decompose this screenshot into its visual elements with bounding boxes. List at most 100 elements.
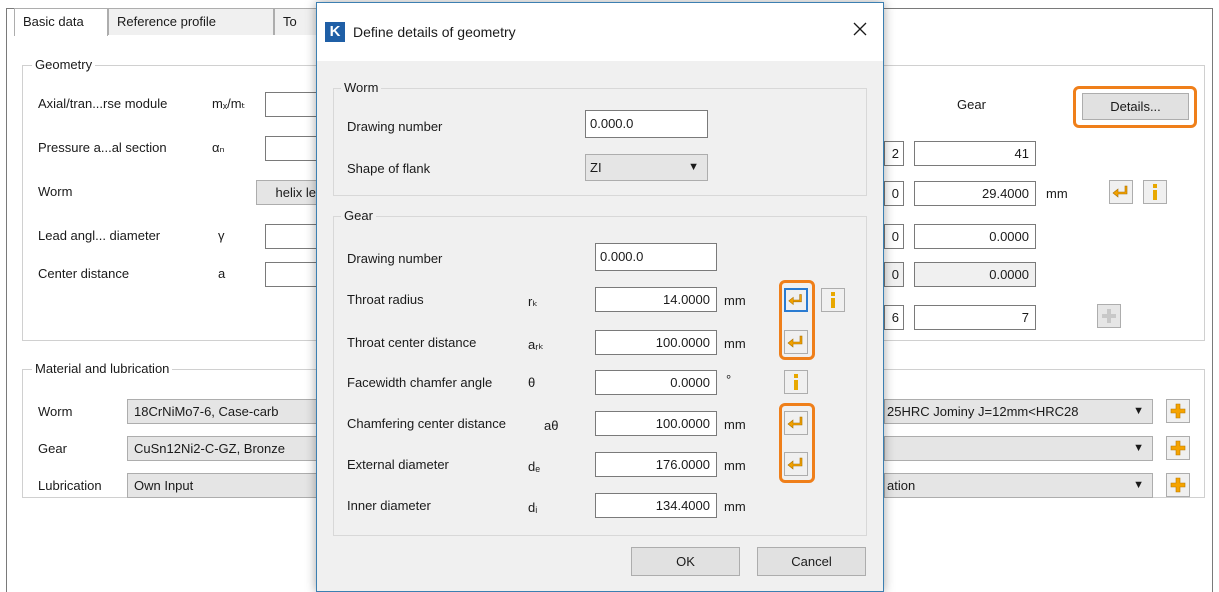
worm-diameter-field[interactable]: 0 [884, 181, 904, 206]
worm-material-combo[interactable]: 18CrNiMo7-6, Case-carb [127, 399, 317, 424]
combo-value: Own Input [134, 478, 194, 493]
facewidth-chamfer-info-button[interactable] [784, 370, 808, 394]
throat-center-distance-field[interactable]: 100.0000 [595, 330, 717, 355]
dialog-title: Define details of geometry [353, 24, 516, 40]
shape-of-flank-combo[interactable]: ZI ▼ [585, 154, 708, 181]
chamfering-center-distance-field[interactable]: 100.0000 [595, 411, 717, 436]
gear-quality-field[interactable]: 7 [914, 305, 1036, 330]
chamfering-center-distance-unit: mm [724, 417, 746, 432]
worm-quality-field[interactable]: 6 [884, 305, 904, 330]
inner-diameter-unit: mm [724, 499, 746, 514]
throat-apply-highlight [779, 280, 815, 360]
worm-teeth-field[interactable]: 2 [884, 141, 904, 166]
lubrication-combo[interactable]: Own Input [127, 473, 317, 498]
throat-radius-unit: mm [724, 293, 746, 308]
combo-value: 18CrNiMo7-6, Case-carb [134, 404, 279, 419]
gear-facewidth-unit: mm [1046, 186, 1068, 201]
ok-button[interactable]: OK [631, 547, 740, 576]
throat-center-distance-symbol: aᵣₖ [528, 337, 544, 352]
pressure-angle-field[interactable] [265, 136, 317, 161]
axial-module-label: Axial/tran...rse module [38, 96, 168, 111]
worm-profile-shift-field[interactable]: 0 [884, 224, 904, 249]
cancel-button[interactable]: Cancel [757, 547, 866, 576]
field-value: 0.000.0 [600, 249, 644, 264]
gear-drawing-number-field[interactable]: 0.000.0 [595, 243, 717, 271]
gear-facewidth-field[interactable]: 29.4000 [914, 181, 1036, 206]
field-value: 41 [1014, 146, 1029, 161]
field-value: 7 [1021, 310, 1029, 325]
tab-tolerances[interactable]: To [274, 8, 318, 35]
throat-radius-field[interactable]: 14.0000 [595, 287, 717, 312]
inner-diameter-field[interactable]: 134.4000 [595, 493, 717, 518]
gear-column-header: Gear [957, 97, 986, 112]
axial-module-field[interactable] [265, 92, 317, 117]
dropdown-arrow-icon: ▼ [688, 161, 699, 173]
worm-material-plus-button[interactable] [1166, 399, 1190, 423]
cancel-button-label: Cancel [791, 554, 832, 569]
gear-treatment-combo[interactable]: ▼ [884, 436, 1153, 461]
dropdown-arrow-icon: ▼ [1133, 405, 1144, 417]
tab-label: Reference profile [117, 14, 216, 29]
apply-arrow-button[interactable] [1109, 180, 1133, 204]
material-worm-label: Worm [38, 404, 73, 419]
throat-radius-info-button[interactable] [821, 288, 845, 312]
center-distance-symbol: a [218, 266, 226, 281]
field-value: 0.0000 [670, 375, 710, 390]
tab-label: To [283, 14, 297, 29]
info-icon [831, 292, 835, 308]
field-value: 134.4000 [655, 498, 710, 513]
worm-drawing-number-label: Drawing number [347, 119, 443, 134]
dialog-titlebar: K Define details of geometry [317, 3, 883, 61]
arrow-left-icon [1112, 185, 1128, 198]
throat-center-distance-label: Throat center distance [347, 335, 477, 350]
external-diameter-label: External diameter [347, 457, 449, 472]
gear-readonly-field: 0.0000 [914, 262, 1036, 287]
throat-radius-label: Throat radius [347, 292, 424, 307]
lead-angle-field[interactable] [265, 224, 317, 249]
combo-value: ZI [590, 160, 602, 175]
plus-icon [1170, 477, 1186, 493]
pressure-angle-symbol: αₙ [212, 140, 225, 155]
quality-plus-button[interactable] [1097, 304, 1121, 328]
axial-module-symbol: mₓ/mₜ [212, 96, 246, 111]
lead-angle-symbol: γ [218, 228, 225, 243]
gear-profile-shift-field[interactable]: 0.0000 [914, 224, 1036, 249]
gear-teeth-field[interactable]: 41 [914, 141, 1036, 166]
dialog-gear-legend: Gear [341, 208, 376, 223]
field-value: 6 [891, 310, 899, 325]
app-logo-letter: K [329, 23, 341, 40]
close-button[interactable] [845, 17, 875, 47]
worm-drawing-number-field[interactable]: 0.000.0 [585, 110, 708, 138]
lubrication-label: Lubrication [38, 478, 102, 493]
gear-material-plus-button[interactable] [1166, 436, 1190, 460]
dialog-worm-legend: Worm [341, 80, 382, 95]
plus-icon [1170, 440, 1186, 456]
geometry-legend: Geometry [32, 57, 96, 72]
facewidth-chamfer-angle-field[interactable]: 0.0000 [595, 370, 717, 395]
center-distance-label: Center distance [38, 266, 130, 281]
lubrication-type-combo[interactable]: ation ▼ [884, 473, 1153, 498]
plus-icon [1170, 403, 1186, 419]
tab-reference-profile[interactable]: Reference profile [108, 8, 274, 35]
external-diameter-unit: mm [724, 458, 746, 473]
field-value: 0.000.0 [590, 116, 634, 131]
worm-readonly-field: 0 [884, 262, 904, 287]
center-distance-field[interactable] [265, 262, 317, 287]
info-icon [1153, 184, 1157, 200]
worm-treatment-combo[interactable]: 25HRC Jominy J=12mm<HRC28 ▼ [884, 399, 1153, 424]
external-diameter-field[interactable]: 176.0000 [595, 452, 717, 477]
tab-basic-data[interactable]: Basic data [14, 8, 108, 36]
throat-center-distance-unit: mm [724, 336, 746, 351]
worm-helix-combo[interactable]: helix le [256, 180, 317, 205]
field-value: 0 [891, 186, 899, 201]
field-value: 0.0000 [989, 267, 1029, 282]
inner-diameter-symbol: dᵢ [528, 500, 538, 515]
external-diameter-symbol: dₑ [528, 459, 541, 474]
info-button[interactable] [1143, 180, 1167, 204]
details-button-highlight [1073, 86, 1197, 128]
pressure-angle-label: Pressure a...al section [38, 140, 167, 155]
ok-button-label: OK [676, 554, 695, 569]
chamfer-external-apply-highlight [779, 403, 815, 483]
lubrication-plus-button[interactable] [1166, 473, 1190, 497]
gear-material-combo[interactable]: CuSn12Ni2-C-GZ, Bronze [127, 436, 317, 461]
